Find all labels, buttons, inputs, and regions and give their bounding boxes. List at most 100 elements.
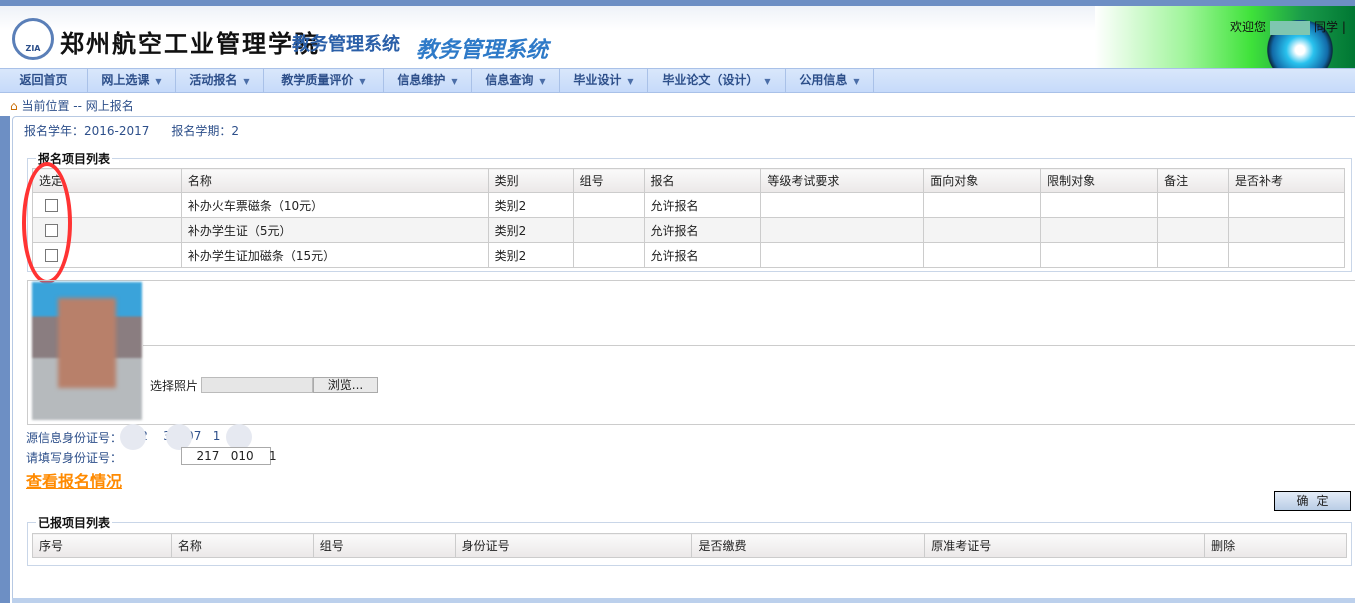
welcome-text: 欢迎您 同学 | <box>1230 18 1346 35</box>
cell-empty <box>1157 242 1230 268</box>
chevron-down-icon: ▼ <box>155 77 162 86</box>
left-edge-bar <box>0 116 10 603</box>
cell-signup: 允许报名 <box>643 217 762 243</box>
cell-category: 类别2 <box>487 217 574 243</box>
column-header: 组号 <box>572 168 645 193</box>
photo-file-input[interactable] <box>201 377 313 393</box>
nav-label: 返回首页 <box>19 73 68 87</box>
done-legend: 已报项目列表 <box>38 516 111 530</box>
nav-label: 活动报名 <box>189 73 238 87</box>
nav-item-5[interactable]: 信息查询 ▼ <box>472 69 560 92</box>
column-header: 身份证号 <box>454 533 693 558</box>
confirm-button[interactable]: 确定 <box>1274 491 1351 511</box>
cell-empty <box>1157 192 1230 218</box>
cell-empty <box>760 217 925 243</box>
nav-item-4[interactable]: 信息维护 ▼ <box>384 69 472 92</box>
column-header: 组号 <box>312 533 456 558</box>
cell-empty <box>1228 242 1345 268</box>
school-logo: ZIA <box>12 18 54 60</box>
column-header: 是否缴费 <box>691 533 926 558</box>
table-row: 补办火车票磁条（10元） 类别2 允许报名 <box>32 192 1345 218</box>
welcome-label: 欢迎您 <box>1230 20 1267 34</box>
cell-category: 类别2 <box>487 192 574 218</box>
choose-photo-label: 选择照片 <box>150 379 199 393</box>
nav-item-1[interactable]: 网上选课 ▼ <box>88 69 176 92</box>
cell-signup: 允许报名 <box>643 192 762 218</box>
column-header: 备注 <box>1157 168 1230 193</box>
chevron-down-icon: ▼ <box>627 77 634 86</box>
column-header: 报名 <box>643 168 762 193</box>
nav-label: 毕业设计 <box>573 73 622 87</box>
cell-empty <box>923 192 1042 218</box>
red-annotation-circle <box>22 162 72 284</box>
term-semester: 报名学期：2 <box>171 124 240 138</box>
nav-label: 教学质量评价 <box>281 73 354 87</box>
cell-empty <box>923 217 1042 243</box>
cell-group <box>572 217 645 243</box>
nav-label: 毕业论文（设计） <box>662 73 759 87</box>
nav-item-8[interactable]: 公用信息 ▼ <box>786 69 874 92</box>
nav-item-2[interactable]: 活动报名 ▼ <box>176 69 264 92</box>
cell-empty <box>1228 192 1345 218</box>
home-icon: ⌂ <box>10 99 18 113</box>
nav-label: 信息查询 <box>485 73 534 87</box>
id-number-input[interactable]: 217 010 1 <box>181 447 277 465</box>
school-name: 郑州航空工业管理学院 <box>60 30 320 58</box>
chevron-down-icon: ▼ <box>764 77 771 86</box>
cell-category: 类别2 <box>487 242 574 268</box>
column-header: 等级考试要求 <box>760 168 925 193</box>
term-info: 报名学年：2016-2017 报名学期：2 <box>24 122 239 139</box>
nav-label: 网上选课 <box>101 73 150 87</box>
cell-name: 补办学生证加磁条（15元） <box>180 242 489 268</box>
view-signup-status-link[interactable]: 查看报名情况 <box>26 468 122 492</box>
cell-group <box>572 192 645 218</box>
cell-empty <box>1040 192 1159 218</box>
browse-button[interactable]: 浏览... <box>313 377 378 393</box>
cell-empty <box>1040 242 1159 268</box>
nav-label: 信息维护 <box>397 73 446 87</box>
column-header: 类别 <box>487 168 574 193</box>
chevron-down-icon: ▼ <box>451 77 458 86</box>
breadcrumb: ⌂ 当前位置 -- 网上报名 <box>10 97 134 114</box>
cell-empty <box>1228 217 1345 243</box>
nav-item-6[interactable]: 毕业设计 ▼ <box>560 69 648 92</box>
welcome-suffix: 同学 | <box>1314 20 1346 34</box>
cell-empty <box>760 192 925 218</box>
main-nav: 返回首页 网上选课 ▼ 活动报名 ▼ 教学质量评价 ▼ 信息维护 ▼ 信息查询 ▼ 毕业设计 ▼ 毕业论文… <box>0 68 1355 93</box>
table-row: 补办学生证（5元） 类别2 允许报名 <box>32 217 1345 243</box>
column-header: 名称 <box>180 168 489 193</box>
chevron-down-icon: ▼ <box>359 77 366 86</box>
source-id-label: 源信息身份证号： <box>26 431 123 445</box>
chevron-down-icon: ▼ <box>539 77 546 86</box>
column-header: 原准考证号 <box>924 533 1206 558</box>
cell-empty <box>923 242 1042 268</box>
header: ZIA 郑州航空工业管理学院 教务管理系统 教务管理系统 欢迎您 同学 | <box>0 6 1355 80</box>
id-input-label: 请填写身份证号： <box>26 451 123 465</box>
column-header: 限制对象 <box>1040 168 1159 193</box>
column-header: 面向对象 <box>923 168 1042 193</box>
table-row: 补办学生证加磁条（15元） 类别2 允许报名 <box>32 242 1345 268</box>
column-header: 是否补考 <box>1228 168 1345 193</box>
system-name: 教务管理系统 <box>292 34 400 55</box>
items-table: 选定 名称 类别 组号 报名 等级考试要求 面向对象 限制对象 备注 是否补考 补办火车票磁条（1… <box>32 168 1345 268</box>
system-name-large: 教务管理系统 <box>416 38 549 63</box>
nav-item-0[interactable]: 返回首页 <box>0 69 88 92</box>
cell-group <box>572 242 645 268</box>
column-header: 删除 <box>1204 533 1347 558</box>
chevron-down-icon: ▼ <box>243 77 250 86</box>
nav-label: 公用信息 <box>799 73 848 87</box>
cell-empty <box>1157 217 1230 243</box>
nav-item-3[interactable]: 教学质量评价 ▼ <box>264 69 384 92</box>
bottom-bar <box>12 598 1355 603</box>
column-header: 序号 <box>32 533 172 558</box>
cell-name: 补办火车票磁条（10元） <box>180 192 489 218</box>
cell-empty <box>760 242 925 268</box>
photo-section <box>27 280 1355 425</box>
user-name-blurred <box>1270 20 1311 35</box>
nav-item-7[interactable]: 毕业论文（设计） ▼ <box>648 69 786 92</box>
term-year: 报名学年：2016-2017 <box>24 124 150 138</box>
cell-empty <box>1040 217 1159 243</box>
cell-name: 补办学生证（5元） <box>180 217 489 243</box>
column-header: 名称 <box>170 533 314 558</box>
photo-divider <box>143 345 1355 346</box>
